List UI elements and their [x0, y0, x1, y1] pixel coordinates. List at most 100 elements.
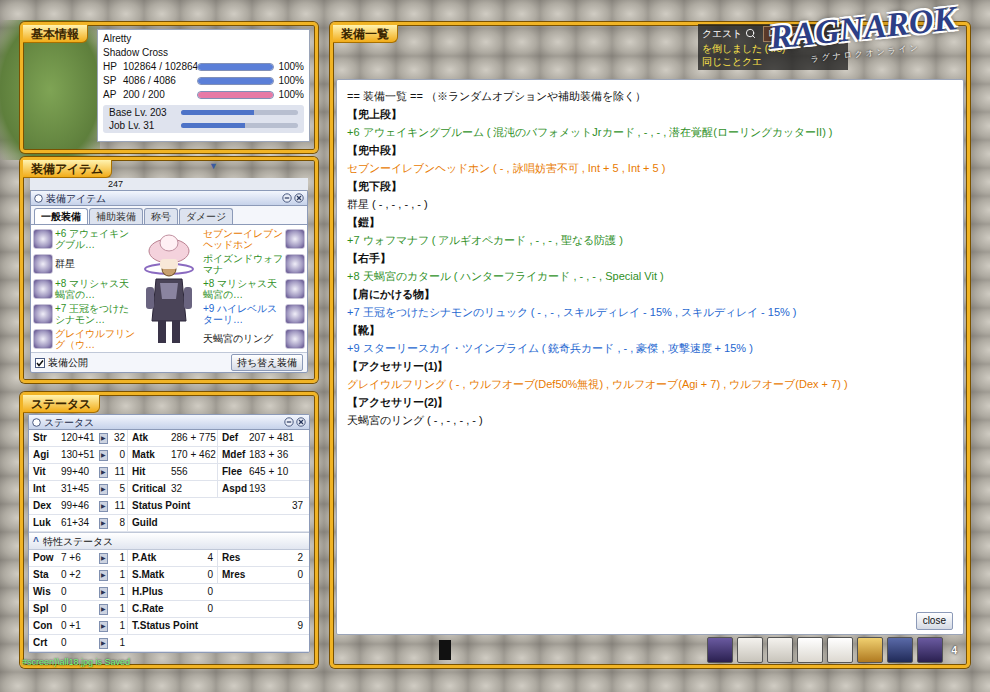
- item-icon[interactable]: [285, 254, 305, 274]
- equip-slot[interactable]: グレイウルフリング（ウ…: [33, 326, 135, 351]
- stat-row: Pow7 +6▶1P.Atk4Res2: [29, 550, 309, 567]
- hotbar-slot-icon[interactable]: [827, 637, 853, 663]
- hotbar-slot-icon[interactable]: [707, 637, 733, 663]
- stat-label: H.Plus: [127, 584, 169, 600]
- stat-increase-button[interactable]: ▶: [99, 587, 108, 598]
- item-icon[interactable]: [33, 279, 53, 299]
- equip-slot[interactable]: +9 ハイレベルスターリ…: [203, 301, 305, 326]
- hotbar-slot-icon[interactable]: [857, 637, 883, 663]
- hotbar-slot-icon[interactable]: [887, 637, 913, 663]
- stat-increase-button[interactable]: ▶: [99, 638, 108, 649]
- stat-value: 130+51: [59, 447, 99, 463]
- public-checkbox[interactable]: 装備公開: [35, 355, 88, 370]
- window-titlebar[interactable]: 装備アイテム: [31, 191, 307, 206]
- hotbar-slot-icon[interactable]: [917, 637, 943, 663]
- item-icon[interactable]: [285, 279, 305, 299]
- item-icon[interactable]: [33, 229, 53, 249]
- stat-increase-button[interactable]: ▶: [99, 621, 108, 632]
- equip-items-panel[interactable]: 装備アイテム▼247装備アイテム一般装備補助装備称号ダメージ+6 アウェイキング…: [20, 157, 318, 383]
- search-icon[interactable]: [745, 28, 756, 39]
- stat-increase-button[interactable]: ▶: [99, 433, 108, 444]
- stat-value: 0: [59, 601, 99, 617]
- stat-increase-button[interactable]: ▶: [99, 518, 108, 529]
- equip-slot-name: +9 ハイレベルスターリ…: [203, 303, 283, 325]
- minimize-icon[interactable]: [284, 417, 294, 427]
- character-job: Shadow Cross: [103, 46, 304, 60]
- minimize-icon[interactable]: [282, 193, 292, 203]
- stat-increase-button[interactable]: ▶: [99, 570, 108, 581]
- equip-tab[interactable]: ダメージ: [179, 208, 233, 224]
- item-icon[interactable]: [285, 229, 305, 249]
- equip-slot-name: 天蝎宮のリング: [203, 333, 283, 344]
- close-icon[interactable]: [296, 417, 306, 427]
- stat-label: Flee: [217, 464, 247, 480]
- stat-row: Int31+45▶5Critical32Aspd193: [29, 481, 309, 498]
- stat-increase-button[interactable]: ▶: [99, 484, 108, 495]
- trait-section-header[interactable]: ^特性ステータス: [29, 532, 309, 550]
- panel-title[interactable]: 基本情報: [23, 25, 88, 43]
- equip-tab[interactable]: 称号: [144, 208, 178, 224]
- basic-info-box: AlrettyShadow CrossHP102864 / 102864100%…: [97, 29, 310, 142]
- equip-slot[interactable]: ポイズンドウォフマナ: [203, 251, 305, 276]
- item-icon[interactable]: [285, 304, 305, 324]
- stat-pair-wide: T.Status Point9: [127, 618, 309, 634]
- traits-table: Pow7 +6▶1P.Atk4Res2Sta0 +2▶1S.Matk0Mres0…: [29, 550, 309, 652]
- equip-slot[interactable]: +6 アウェイキングブル…: [33, 226, 135, 251]
- gauge-row: HP102864 / 102864100%: [103, 60, 304, 74]
- stat-label: C.Rate: [127, 601, 169, 617]
- stat-increase-button[interactable]: ▶: [99, 604, 108, 615]
- panel-title[interactable]: ステータス: [23, 395, 100, 413]
- panel-title[interactable]: 装備アイテム: [23, 160, 112, 178]
- item-icon[interactable]: [33, 254, 53, 274]
- equipment-section: 【鎧】+7 ウォフマナフ ( アルギオペカード , - , - , 聖なる防護 …: [347, 213, 953, 249]
- stat-name: Pow: [29, 550, 59, 566]
- checkbox-box[interactable]: [35, 358, 45, 368]
- stat-row: Luk61+34▶8Guild: [29, 515, 309, 532]
- equip-slot[interactable]: +8 マリシャス天蝎宮の…: [203, 276, 305, 301]
- stat-label: Mres: [217, 567, 247, 583]
- status-panel[interactable]: ステータスステータスStr120+41▶32Atk286 + 775Def207…: [20, 392, 318, 668]
- equip-slot[interactable]: +7 王冠をつけたシナモン…: [33, 301, 135, 326]
- hotbar-slot-icon[interactable]: [797, 637, 823, 663]
- equip-slot[interactable]: 群星: [33, 251, 135, 276]
- basic-info-panel[interactable]: 基本情報 AlrettyShadow CrossHP102864 / 102864…: [20, 22, 318, 153]
- stat-increase-button[interactable]: ▶: [99, 467, 108, 478]
- equip-slot[interactable]: +8 マリシャス天蝎宮の…: [33, 276, 135, 301]
- panel-title[interactable]: 装備一覧: [333, 25, 398, 43]
- scroll-arrow[interactable]: ▼: [209, 160, 218, 172]
- equipment-item-line: +7 ウォフマナフ ( アルギオペカード , - , - , 聖なる防護 ): [347, 231, 953, 249]
- stat-cost: 1: [109, 584, 127, 600]
- stat-increase-button[interactable]: ▶: [99, 501, 108, 512]
- equipment-list-panel[interactable]: 装備一覧== 装備一覧 == （※ランダムオプションや補助装備を除く）【兜上段】…: [330, 22, 970, 668]
- window-buttons: [284, 417, 306, 427]
- stat-name: Dex: [29, 498, 59, 514]
- hotbar-slot-icon[interactable]: [737, 637, 763, 663]
- item-icon[interactable]: [285, 329, 305, 349]
- stat-row: Vit99+40▶11Hit556Flee645 + 10: [29, 464, 309, 481]
- window-titlebar[interactable]: ステータス: [29, 415, 309, 430]
- item-icon[interactable]: [33, 329, 53, 349]
- basic-info-body: 基本情報 AlrettyShadow CrossHP102864 / 102864…: [23, 25, 315, 150]
- stat-label: T.Status Point: [132, 618, 198, 634]
- close-icon[interactable]: [294, 193, 304, 203]
- close-button[interactable]: close: [916, 612, 953, 630]
- gauge-row: AP200 / 200100%: [103, 88, 304, 102]
- equip-slot[interactable]: セブンーイレブンヘッドホン: [203, 226, 305, 251]
- exp-track: [181, 110, 298, 115]
- equip-tab[interactable]: 一般装備: [34, 208, 88, 224]
- stat-name: Int: [29, 481, 59, 497]
- stat-increase-button[interactable]: ▶: [99, 553, 108, 564]
- hotbar-slot-icon[interactable]: [767, 637, 793, 663]
- stat-label: P.Atk: [127, 550, 169, 566]
- equip-tab[interactable]: 補助装備: [89, 208, 143, 224]
- equipment-item-line: +6 アウェイキングブルーム ( 混沌のバフォメットJrカード , - , - …: [347, 123, 953, 141]
- equip-slot-name: +6 アウェイキングブル…: [55, 228, 135, 250]
- equipment-section: 【アクセサリー(1)】グレイウルフリング ( - , ウルフオーブ(Def50%…: [347, 357, 953, 393]
- equip-slot[interactable]: 天蝎宮のリング: [203, 326, 305, 351]
- equipment-section: 【兜上段】+6 アウェイキングブルーム ( 混沌のバフォメットJrカード , -…: [347, 105, 953, 141]
- stat-increase-button[interactable]: ▶: [99, 450, 108, 461]
- section-toggle[interactable]: ^: [33, 534, 39, 549]
- item-icon[interactable]: [33, 304, 53, 324]
- stat-row: Agi130+51▶0Matk170 + 462Mdef183 + 36: [29, 447, 309, 464]
- swap-equip-button[interactable]: 持ち替え装備: [231, 354, 303, 371]
